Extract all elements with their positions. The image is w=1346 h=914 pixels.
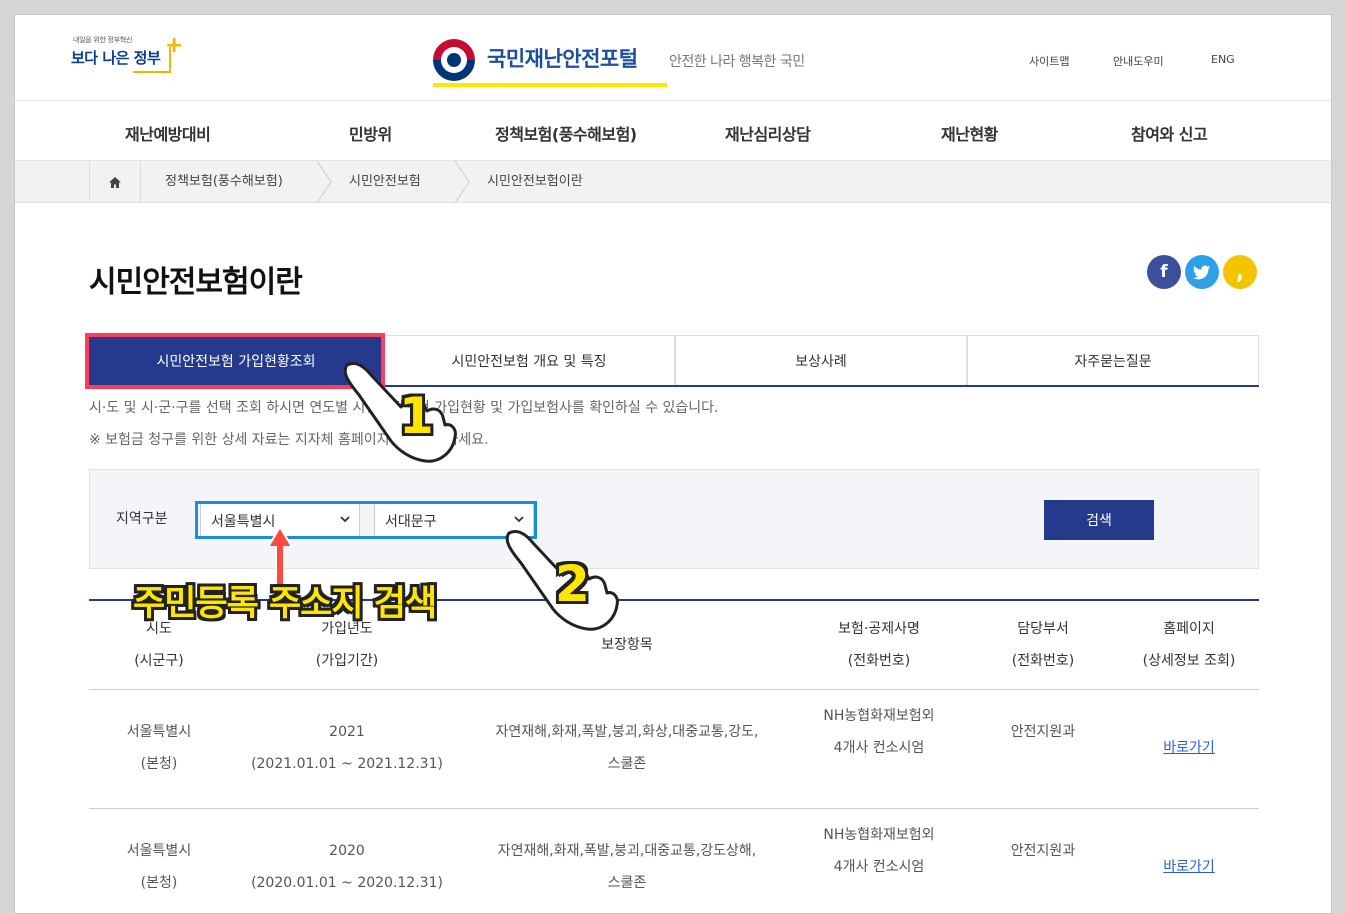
english-link[interactable]: ENG [1211, 53, 1235, 66]
breadcrumb-separator-icon [454, 161, 470, 203]
header-insurer-sub: (전화번호) [847, 653, 911, 669]
cell-dept: 안전지원과 [1010, 843, 1076, 859]
kakaostory-icon[interactable]: , [1223, 255, 1257, 289]
cell-year-period: (2020.01.01 ~ 2020.12.31) [251, 875, 443, 891]
breadcrumb: 정책보험(풍수해보험) 시민안전보험 시민안전보험이란 [15, 161, 1331, 203]
portal-slogan: 안전한 나라 행복한 국민 [669, 54, 805, 70]
header-coverage-label: 보장항목 [601, 637, 653, 653]
header-sido-sub: (시군구) [134, 653, 184, 669]
nav-civil-defense[interactable]: 민방위 [349, 121, 392, 145]
taegeuk-emblem-icon [433, 39, 475, 81]
homepage-link[interactable]: 바로가기 [1163, 859, 1215, 875]
cell-insurer-sub: 4개사 컨소시엄 [833, 740, 925, 756]
homepage-link[interactable]: 바로가기 [1163, 740, 1215, 756]
kakaostory-glyph: , [1235, 259, 1245, 285]
twitter-bird-icon [1193, 265, 1210, 279]
cell-homepage: 바로가기 [1119, 732, 1259, 764]
header-dept-label: 담당부서 [1017, 621, 1069, 637]
cell-coverage-line2: 스쿨존 [607, 756, 647, 772]
facebook-icon[interactable]: f [1147, 255, 1181, 289]
step-2-marker: 2 [555, 555, 590, 613]
header-homepage-sub: (상세정보 조회) [1142, 653, 1236, 669]
government-innovation-logo[interactable]: 내일을 위한 정부혁신 보다 나은 정부 + [71, 33, 191, 83]
plus-icon: + [165, 33, 184, 58]
header-homepage: 홈페이지 (상세정보 조회) [1119, 613, 1259, 677]
step-1-marker: 1 [399, 387, 434, 445]
tab-faq[interactable]: 자주묻는질문 [967, 335, 1259, 385]
region-label: 지역구분 [116, 511, 168, 527]
cell-year-value: 2020 [329, 843, 365, 859]
cell-year-period: (2021.01.01 ~ 2021.12.31) [251, 756, 443, 772]
table-divider [89, 808, 1259, 809]
cell-sido: 서울특별시 (본청) [109, 835, 209, 899]
cell-sido-sub: (본청) [140, 756, 178, 772]
guide-link[interactable]: 안내도우미 [1113, 53, 1164, 69]
browser-frame: 내일을 위한 정부혁신 보다 나은 정부 + 국민재난안전포털 안전한 나라 행… [14, 14, 1332, 914]
cell-insurer-name: NH농협화재보험외 [823, 708, 935, 724]
cell-insurer-name: NH농협화재보험외 [823, 827, 935, 843]
breadcrumb-item-current[interactable]: 시민안전보험이란 [487, 161, 583, 203]
breadcrumb-item-policy-insurance[interactable]: 정책보험(풍수해보험) [165, 161, 283, 203]
breadcrumb-item-citizen-insurance[interactable]: 시민안전보험 [349, 161, 421, 203]
main-navigation: 재난예방대비 민방위 정책보험(풍수해보험) 재난심리상담 재난현황 참여와 신… [15, 101, 1331, 161]
cell-year-value: 2021 [329, 724, 365, 740]
gov-logo-tagline: 내일을 위한 정부혁신 [73, 36, 133, 44]
header-dept-sub: (전화번호) [1011, 653, 1075, 669]
cell-coverage: 자연재해,화재,폭발,붕괴,화상,대중교통,강도, 스쿨존 [467, 716, 787, 780]
select-highlight-box [195, 501, 537, 539]
cell-insurer: NH농협화재보험외 4개사 컨소시엄 [799, 819, 959, 883]
nav-disaster-counseling[interactable]: 재난심리상담 [725, 121, 811, 145]
site-header: 내일을 위한 정부혁신 보다 나은 정부 + 국민재난안전포털 안전한 나라 행… [15, 15, 1331, 101]
header-homepage-label: 홈페이지 [1163, 621, 1215, 637]
portal-title: 국민재난안전포털 [487, 47, 638, 71]
nav-policy-insurance[interactable]: 정책보험(풍수해보험) [495, 121, 637, 145]
header-insurer: 보험·공제사명 (전화번호) [799, 613, 959, 677]
breadcrumb-separator-icon [316, 161, 332, 203]
cell-sido-name: 서울특별시 [126, 724, 192, 740]
cell-coverage-line1: 자연재해,화재,폭발,붕괴,화상,대중교통,강도, [495, 724, 759, 740]
facebook-glyph: f [1160, 262, 1168, 282]
header-year-sub: (가입기간) [315, 653, 379, 669]
cell-coverage: 자연재해,화재,폭발,붕괴,대중교통,강도상해, 스쿨존 [467, 835, 787, 899]
cell-homepage: 바로가기 [1119, 851, 1259, 883]
home-icon[interactable] [89, 161, 141, 203]
header-coverage: 보장항목 [477, 629, 777, 661]
annotation-caption: 주민등록 주소지 검색 [133, 584, 437, 624]
search-button[interactable]: 검색 [1044, 500, 1154, 540]
twitter-icon[interactable] [1185, 255, 1219, 289]
cell-sido-name: 서울특별시 [126, 843, 192, 859]
tab-compensation-cases[interactable]: 보상사례 [675, 335, 967, 385]
cell-sido: 서울특별시 (본청) [109, 716, 209, 780]
nav-disaster-prevention[interactable]: 재난예방대비 [125, 121, 211, 145]
cell-coverage-line1: 자연재해,화재,폭발,붕괴,대중교통,강도상해, [497, 843, 757, 859]
sitemap-link[interactable]: 사이트맵 [1029, 53, 1069, 69]
page-title: 시민안전보험이란 [89, 265, 303, 300]
cell-insurer: NH농협화재보험외 4개사 컨소시엄 [799, 700, 959, 764]
cell-insurer-sub: 4개사 컨소시엄 [833, 859, 925, 875]
cell-year: 2020 (2020.01.01 ~ 2020.12.31) [247, 835, 447, 899]
table-divider [89, 689, 1259, 690]
tab-highlight-box [85, 333, 385, 389]
portal-underline [433, 83, 667, 87]
nav-disaster-status[interactable]: 재난현황 [941, 121, 998, 145]
nav-participation-report[interactable]: 참여와 신고 [1131, 121, 1208, 145]
cell-coverage-line2: 스쿨존 [607, 875, 647, 891]
header-insurer-label: 보험·공제사명 [838, 621, 920, 637]
header-dept: 담당부서 (전화번호) [983, 613, 1103, 677]
cell-year: 2021 (2021.01.01 ~ 2021.12.31) [247, 716, 447, 780]
cell-sido-sub: (본청) [140, 875, 178, 891]
cell-dept: 안전지원과 [1010, 724, 1076, 740]
